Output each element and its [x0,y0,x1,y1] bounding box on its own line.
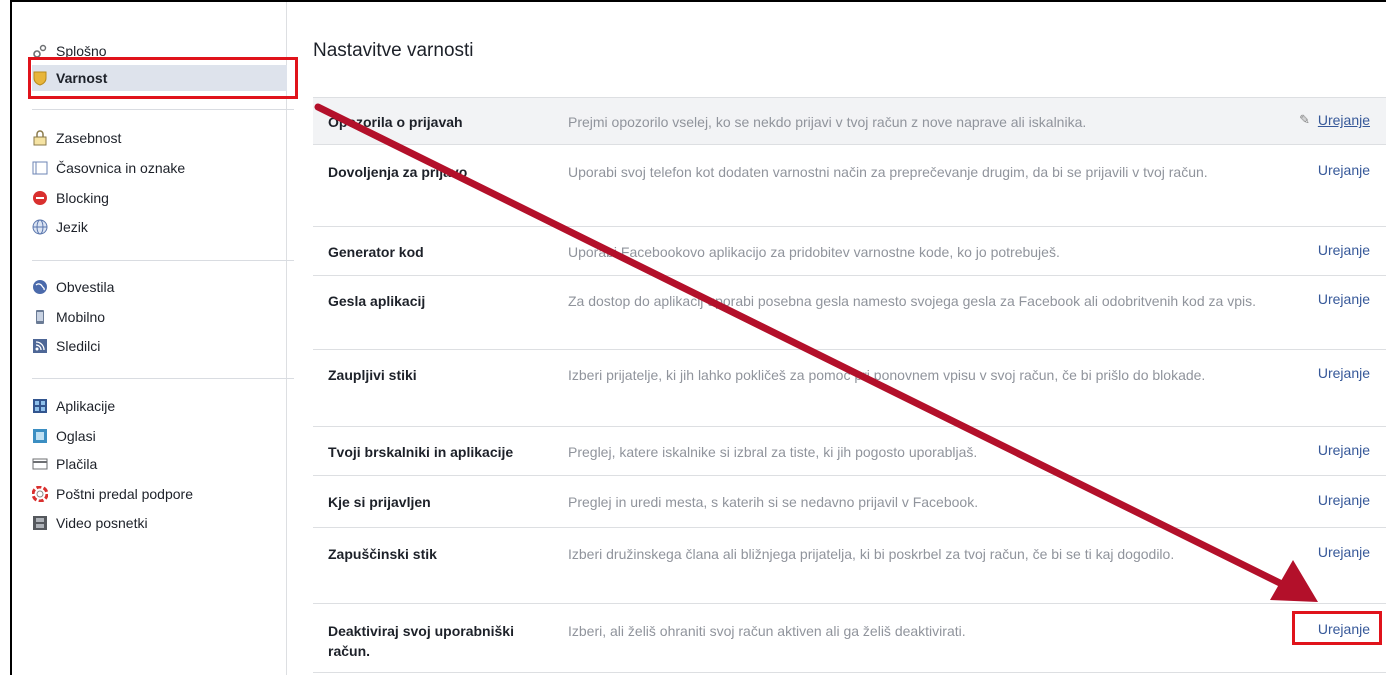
sidebar-item-blocking[interactable]: Blocking [32,185,280,211]
sidebar-item-label: Zasebnost [56,130,122,146]
sidebar-item-label: Mobilno [56,309,106,325]
sidebar-item-label: Splošno [56,43,107,59]
row-description: Preglej in uredi mesta, s katerih si se … [568,494,979,510]
row-description: Preglej, katere iskalnike si izbral za t… [568,444,978,460]
row-label: Deaktiviraj svoj uporabniški račun. [328,623,514,659]
settings-row-code-generator[interactable]: Generator kod Uporabi Facebookovo aplika… [313,226,1386,275]
sidebar-item-label: Plačila [56,456,98,472]
sidebar-item-timeline[interactable]: Časovnica in oznake [32,155,280,181]
settings-sidebar: Splošno Varnost Zasebnost Časovnica in o… [12,2,294,675]
row-description: Uporabi Facebookovo aplikacijo za pridob… [568,244,1060,260]
sidebar-item-label: Video posnetki [56,515,148,531]
edit-link[interactable]: Urejanje [1318,162,1370,178]
settings-row-login-alerts[interactable]: Opozorila o prijavah Prejmi opozorilo vs… [313,97,1386,144]
row-label: Zapuščinski stik [328,546,437,562]
gears-icon [32,43,48,59]
row-label: Kje si prijavljen [328,494,431,510]
sidebar-item-notifications[interactable]: Obvestila [32,274,280,300]
edit-link[interactable]: Urejanje [1318,112,1370,128]
row-label: Zaupljivi stiki [328,367,417,383]
settings-row-legacy-contact[interactable]: Zapuščinski stik Izberi družinskega član… [313,527,1386,603]
lock-icon [32,130,48,146]
page-title: Nastavitve varnosti [313,40,474,61]
row-description: Izberi prijatelje, ki jih lahko pokličeš… [568,367,1206,383]
sidebar-item-label: Časovnica in oznake [56,160,186,176]
sidebar-item-videos[interactable]: Video posnetki [32,510,280,536]
settings-row-where-logged-in[interactable]: Kje si prijavljen Preglej in uredi mesta… [313,475,1386,527]
phone-icon [32,309,48,325]
row-label: Dovoljenja za prijavo [328,164,468,180]
row-description: Uporabi svoj telefon kot dodaten varnost… [568,164,1208,180]
row-label: Opozorila o prijavah [328,114,463,130]
sidebar-divider [32,378,294,379]
sidebar-item-label: Blocking [56,190,109,206]
sidebar-item-language[interactable]: Jezik [32,214,280,240]
shield-icon [32,70,48,86]
sidebar-item-label: Poštni predal podpore [56,486,193,502]
sidebar-divider [32,109,294,110]
edit-link[interactable]: Urejanje [1318,544,1370,560]
sidebar-item-apps[interactable]: Aplikacije [32,393,280,419]
row-label: Gesla aplikacij [328,293,426,309]
edit-link[interactable]: Urejanje [1318,492,1370,508]
row-description: Izberi družinskega člana ali bližnjega p… [568,546,1175,562]
settings-row-login-approvals[interactable]: Dovoljenja za prijavo Uporabi svoj telef… [313,144,1386,226]
card-icon [32,456,48,472]
edit-link[interactable]: Urejanje [1318,242,1370,258]
sidebar-item-ads[interactable]: Oglasi [32,423,280,449]
sidebar-item-label: Obvestila [56,279,115,295]
sidebar-divider [32,260,294,261]
globe-icon [32,219,48,235]
row-description: Prejmi opozorilo vselej, ko se nekdo pri… [568,114,1087,130]
sidebar-item-payments[interactable]: Plačila [32,451,280,477]
sidebar-item-privacy[interactable]: Zasebnost [32,125,280,151]
settings-row-browsers-apps[interactable]: Tvoji brskalniki in aplikacije Preglej, … [313,426,1386,475]
row-description: Izberi, ali želiš ohraniti svoj račun ak… [568,623,966,639]
film-icon [32,515,48,531]
pencil-icon: ✎ [1299,112,1310,127]
sidebar-item-label: Oglasi [56,428,96,444]
rss-icon [32,338,48,354]
row-label: Generator kod [328,244,424,260]
sidebar-item-mobile[interactable]: Mobilno [32,304,280,330]
row-label: Tvoji brskalniki in aplikacije [328,444,514,460]
settings-row-app-passwords[interactable]: Gesla aplikacij Za dostop do aplikacij u… [313,275,1386,349]
ads-icon [32,428,48,444]
sidebar-item-label: Jezik [56,219,88,235]
highlight-box-deactivate-edit [1292,611,1382,645]
timeline-icon [32,160,48,176]
apps-icon [32,398,48,414]
sidebar-item-support-inbox[interactable]: Poštni predal podpore [32,481,280,507]
security-settings-panel: Nastavitve varnosti Opozorila o prijavah… [313,0,1386,675]
sidebar-item-label: Aplikacije [56,398,116,414]
block-icon [32,190,48,206]
edit-link[interactable]: Urejanje [1318,442,1370,458]
row-description: Za dostop do aplikacij uporabi posebna g… [568,293,1256,309]
sidebar-item-security[interactable]: Varnost [32,65,287,91]
globe-notify-icon [32,279,48,295]
lifebuoy-icon [32,486,48,502]
settings-row-deactivate-account[interactable]: Deaktiviraj svoj uporabniški račun. Izbe… [313,603,1386,673]
settings-row-trusted-contacts[interactable]: Zaupljivi stiki Izberi prijatelje, ki ji… [313,349,1386,426]
sidebar-item-general[interactable]: Splošno [32,38,280,64]
sidebar-item-followers[interactable]: Sledilci [32,333,280,359]
edit-link[interactable]: Urejanje [1318,291,1370,307]
sidebar-item-label: Sledilci [56,338,101,354]
sidebar-item-label: Varnost [56,70,108,86]
edit-link[interactable]: Urejanje [1318,365,1370,381]
